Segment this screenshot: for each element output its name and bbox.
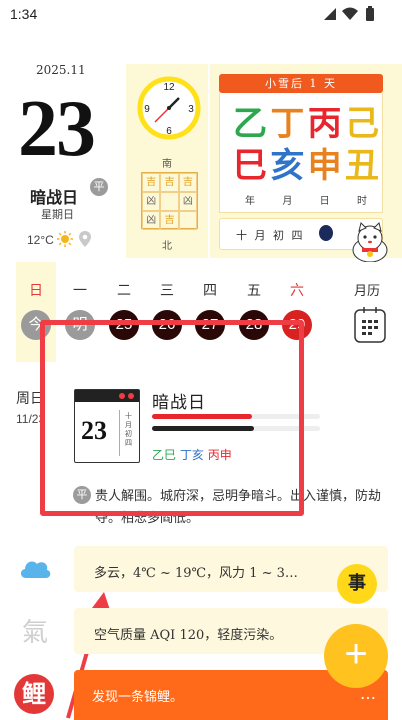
weekday-label-mon: 一 — [73, 283, 87, 299]
koi-text: 发现一条锦鲤。 — [92, 690, 184, 705]
bazi-branch: 亥 — [270, 146, 305, 186]
bazi-branch: 丑 — [344, 146, 379, 186]
grid-cell — [178, 211, 197, 230]
weather-text: 多云，4℃ ~ 19℃，风力 1 ~ 3… — [94, 566, 298, 581]
grid-cell: 吉 — [142, 173, 161, 192]
lunar-date: 十 月 初 四 — [236, 229, 305, 242]
weekday-label-wed: 三 — [160, 283, 174, 299]
direction-grid: 吉 吉 吉 凶 凶 凶 吉 — [141, 172, 198, 230]
svg-text:6: 6 — [166, 126, 172, 137]
header-term-day: 暗战日 — [30, 188, 79, 207]
month-view-label[interactable]: 月历 — [354, 280, 380, 299]
sun-icon — [57, 231, 73, 247]
bazi-label: 时 — [356, 196, 367, 207]
bazi-branch: 申 — [307, 146, 342, 186]
svg-text:3: 3 — [188, 104, 194, 115]
weekday-label-tue: 二 — [117, 283, 131, 299]
header-badge: 平 — [90, 178, 108, 196]
battery-icon — [366, 6, 374, 21]
bazi-stems-row: 乙 丁 丙 己 — [232, 104, 380, 144]
header-day-number[interactable]: 23 — [18, 84, 96, 174]
weekday-label-thu: 四 — [203, 283, 217, 299]
cloud-icon — [20, 561, 51, 578]
svg-text:9: 9 — [144, 104, 150, 115]
status-time: 1:34 — [10, 6, 38, 22]
bazi-branches-row: 巳 亥 申 丑 — [232, 146, 380, 186]
solar-term-bar: 小雪后 1 天 — [219, 74, 383, 93]
svg-text:12: 12 — [163, 82, 175, 93]
bazi-branch: 巳 — [233, 146, 267, 186]
moon-phase-icon — [319, 225, 333, 241]
bazi-labels-row: 年 月 日 时 — [232, 192, 380, 207]
bazi-label: 日 — [319, 196, 330, 207]
air-quality-text: 空气质量 AQI 120，轻度污染。 — [94, 628, 283, 643]
annotation-highlight-box — [40, 320, 304, 516]
weekday-label-fri: 五 — [247, 283, 261, 299]
status-icons — [324, 6, 374, 21]
month-calendar-icon[interactable] — [354, 307, 386, 343]
bazi-label: 年 — [245, 196, 255, 207]
clock-icon: 12 3 6 9 — [137, 76, 201, 140]
qi-icon: 氣 — [22, 618, 49, 648]
signal-icon — [324, 8, 336, 20]
weekday-label-sun: 日 — [29, 283, 43, 299]
event-button[interactable]: 事 — [337, 564, 377, 604]
bazi-stem: 乙 — [233, 104, 267, 144]
wifi-icon — [342, 7, 358, 20]
grid-cell: 凶 — [178, 192, 197, 211]
koi-icon: 鲤 — [14, 674, 54, 714]
grid-cell: 吉 — [160, 211, 179, 230]
grid-cell: 吉 — [160, 173, 179, 192]
bazi-stem: 丁 — [270, 104, 305, 144]
compass-north-label: 南 — [162, 159, 172, 170]
location-pin-icon[interactable] — [79, 231, 91, 247]
grid-cell: 凶 — [142, 211, 161, 230]
header-weekday: 星期日 — [41, 208, 74, 221]
header-year-month: 2025.11 — [36, 63, 86, 77]
lucky-cat-icon[interactable] — [348, 222, 392, 262]
add-button[interactable]: + — [324, 624, 388, 688]
bazi-label: 月 — [282, 196, 293, 207]
weekday-label-sat: 六 — [290, 283, 304, 299]
bazi-stem: 己 — [344, 104, 379, 144]
status-bar: 1:34 — [0, 0, 402, 30]
compass-south-label: 北 — [162, 241, 172, 252]
grid-cell: 凶 — [142, 192, 161, 211]
bazi-stem: 丙 — [307, 104, 342, 144]
header-temperature[interactable]: 12°C — [27, 233, 54, 247]
grid-cell — [160, 192, 179, 211]
grid-cell: 吉 — [178, 173, 197, 192]
